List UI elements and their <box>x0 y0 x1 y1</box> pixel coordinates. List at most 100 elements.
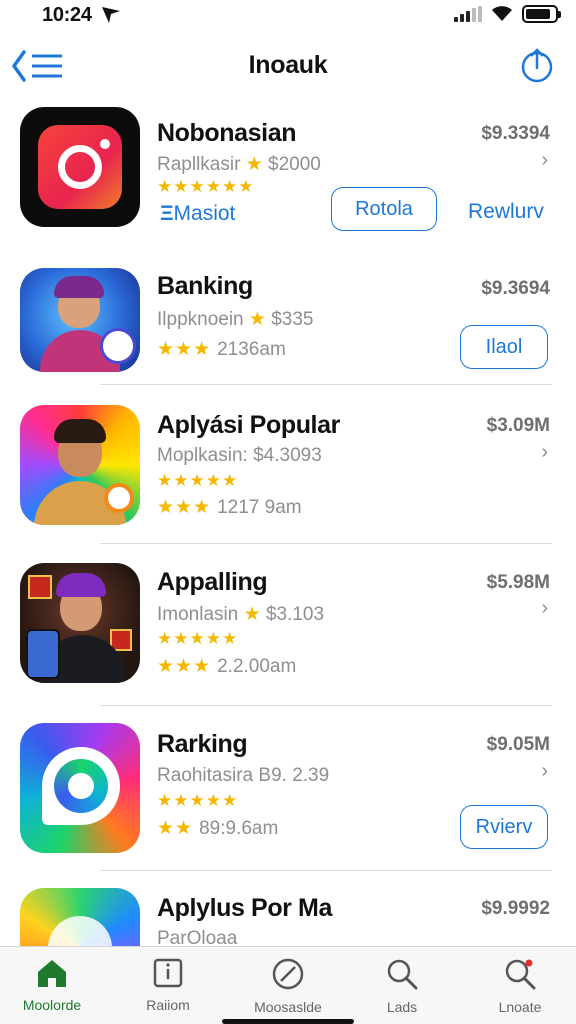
app-name: Aplyási Popular <box>157 411 340 439</box>
app-meta-text: 2136am <box>217 339 286 360</box>
app-price: $5.98M <box>486 572 550 593</box>
app-icon-avatar-blue <box>20 268 140 372</box>
tab-home[interactable]: Moolorde <box>4 957 100 1013</box>
app-icon-avatar-rainbow <box>20 405 140 525</box>
tab-label: Moosaslde <box>254 999 322 1015</box>
rating-stars: ★★★ <box>157 497 212 518</box>
app-list-item[interactable]: Aplyási Popular $3.09M › Moplkasin: $4.3… <box>0 405 576 530</box>
app-action-button[interactable]: Rotola <box>331 187 437 231</box>
app-icon-chat-leaf <box>20 723 140 853</box>
app-name: Aplylus Por Ma <box>157 894 332 922</box>
masiot-link-label: Masiot <box>173 202 236 225</box>
app-meta: ★★★ 2136am <box>157 338 286 361</box>
app-subtitle: Moplkasin: $4.3093 <box>157 445 322 467</box>
wifi-icon <box>492 6 512 21</box>
app-meta: ★★★ 1217 9am <box>157 496 302 519</box>
app-name: Rarking <box>157 730 248 758</box>
divider <box>100 870 552 871</box>
tab-label: Raiiom <box>146 997 190 1013</box>
navigation-bar: Inoauk <box>0 38 576 94</box>
star-icon: ★ <box>243 604 261 625</box>
app-subtitle-value: $4.3093 <box>253 445 322 466</box>
divider <box>100 543 552 544</box>
divider <box>100 705 552 706</box>
app-list-item[interactable]: Nobonasian $9.3394 › Rapllkasir ★ $2000 … <box>0 107 576 247</box>
app-subtitle-text: Rapllkasir <box>157 154 241 175</box>
star-icon: ★ <box>245 154 263 175</box>
tab-label: Lads <box>386 999 418 1015</box>
tab-raiiom[interactable]: Raiiom <box>120 957 216 1013</box>
app-subtitle-value: $3.103 <box>265 604 325 625</box>
location-arrow-icon <box>102 7 120 23</box>
rating-stars: ★★★ <box>157 656 212 677</box>
app-subtitle: Imonlasin ★ $3.103 <box>157 603 324 626</box>
app-subtitle-value: B9. 2.39 <box>258 765 330 786</box>
status-bar: 10:24 <box>0 0 576 34</box>
review-link[interactable]: Rewlurv <box>468 200 544 224</box>
app-icon-rainbow-partial <box>20 888 140 946</box>
info-square-icon <box>153 958 183 988</box>
app-subtitle-text: Imonlasin <box>157 604 239 625</box>
app-subtitle: Ilppknoein ★ $335 <box>157 308 314 331</box>
rating-stars: ★★ <box>157 818 194 839</box>
app-meta: ★★★ 2.2.00am <box>157 655 296 678</box>
battery-level <box>526 9 550 19</box>
app-meta-text: 1217 9am <box>217 497 302 518</box>
battery-icon <box>522 5 561 23</box>
search-icon <box>387 959 418 990</box>
app-subtitle-text: Moplkasin: <box>157 445 248 466</box>
chevron-right-icon: › <box>541 441 548 463</box>
page-title: Inoauk <box>248 51 328 79</box>
tab-lnoate[interactable]: Lnoate <box>472 957 568 1015</box>
app-name: Appalling <box>157 568 268 596</box>
tab-lads[interactable]: Lads <box>354 957 450 1015</box>
app-icon-avatar-dark <box>20 563 140 683</box>
share-icon[interactable] <box>520 47 554 83</box>
app-subtitle-text: Ilppknoein <box>157 309 244 330</box>
star-icon: ★ <box>248 309 266 330</box>
cellular-signal-icon <box>454 6 482 22</box>
app-price: $3.09M <box>486 415 550 436</box>
app-subtitle-value: $2000 <box>268 154 321 175</box>
app-subtitle: Raohitasira B9. 2.39 <box>157 765 329 787</box>
tab-label: Moolorde <box>22 997 82 1013</box>
search-badge-icon <box>505 959 536 990</box>
app-price: $9.3694 <box>481 278 550 299</box>
app-name: Banking <box>157 272 253 300</box>
masiot-link[interactable]: ΞMasiot <box>160 202 235 226</box>
home-indicator <box>222 1019 354 1024</box>
app-subtitle: ParOloaa <box>157 928 237 946</box>
app-price: $9.9992 <box>481 898 550 919</box>
status-time: 10:24 <box>42 4 92 26</box>
status-indicators <box>454 5 561 23</box>
rating-stars: ★★★★★ <box>157 791 239 810</box>
chevron-right-icon: › <box>541 760 548 782</box>
app-subtitle-value: $335 <box>271 309 314 330</box>
app-action-button[interactable]: Ilaol <box>460 325 548 369</box>
tab-label: Lnoate <box>498 999 542 1015</box>
app-list-item[interactable]: Rarking $9.05M › Raohitasira B9. 2.39 ★★… <box>0 723 576 858</box>
rating-stars: ★★★★★ <box>157 471 239 490</box>
app-icon-camera <box>20 107 140 227</box>
rating-stars: ★★★ <box>157 339 212 360</box>
home-icon <box>38 960 66 987</box>
chevron-right-icon: › <box>541 149 548 171</box>
tab-moosaslde[interactable]: Moosaslde <box>240 957 336 1015</box>
app-meta-text: 89:9.6am <box>199 818 279 839</box>
app-name: Nobonasian <box>157 119 297 147</box>
app-meta-text: 2.2.00am <box>217 656 297 677</box>
rating-stars: ★★★★★ <box>157 629 239 648</box>
app-list-item[interactable]: Appalling $5.98M › Imonlasin ★ $3.103 ★★… <box>0 563 576 693</box>
app-list-item[interactable]: Banking $9.3694 Ilppknoein ★ $335 ★★★ 213… <box>0 268 576 378</box>
app-list-item[interactable]: Aplylus Por Ma $9.9992 ParOloaa <box>0 888 576 946</box>
app-price: $9.3394 <box>481 123 550 144</box>
compass-icon <box>272 958 304 990</box>
chevron-right-icon: › <box>541 597 548 619</box>
app-action-button[interactable]: Rvierv <box>460 805 548 849</box>
tab-bar: Moolorde Raiiom Moosaslde Lads Lnoate <box>0 946 576 1024</box>
rating-stars: ★★★★★★ <box>157 177 255 196</box>
list-icon: Ξ <box>160 202 174 225</box>
divider <box>100 384 552 385</box>
app-meta: ★★ 89:9.6am <box>157 817 278 840</box>
app-price: $9.05M <box>486 734 550 755</box>
